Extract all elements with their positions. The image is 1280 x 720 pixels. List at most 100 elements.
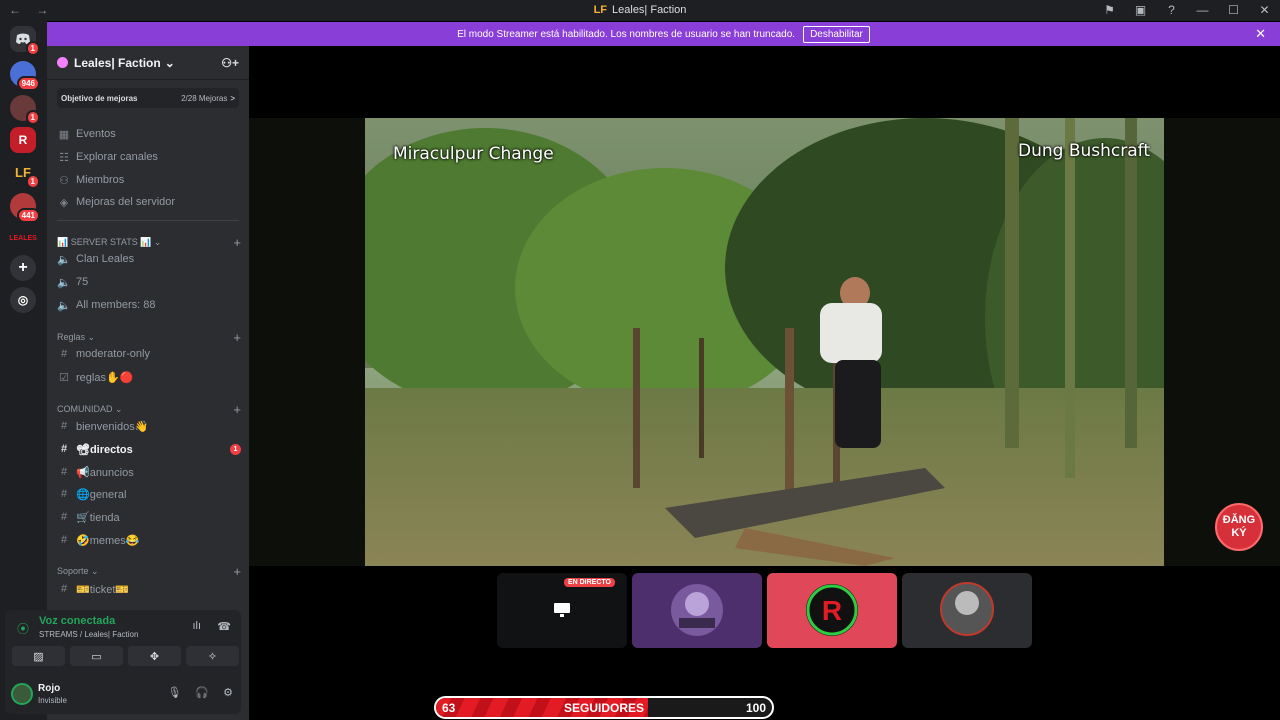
channel-label: bienvenidos👋 xyxy=(76,420,149,433)
chevron-right-icon: > xyxy=(230,93,235,103)
boost-goal-label: Objetivo de mejoras xyxy=(61,93,138,103)
channel-general[interactable]: # 🌐general xyxy=(57,484,241,504)
menu-label: Mejoras del servidor xyxy=(76,196,176,208)
activities-button[interactable]: ✥ xyxy=(128,646,181,666)
screen-icon[interactable]: ▣ xyxy=(1125,0,1156,21)
monitor-icon xyxy=(554,603,570,617)
server-icon-leales-text[interactable]: LEALES xyxy=(9,225,37,251)
maximize-button[interactable]: ☐ xyxy=(1218,0,1249,21)
category-soporte[interactable]: Soporte ⌄ + xyxy=(57,564,241,579)
server-icon-4[interactable]: 441 xyxy=(10,193,40,223)
video-overlay-left: Miraculpur Change xyxy=(393,144,554,164)
user-avatar-icon xyxy=(940,582,994,636)
channel-label: All members: 88 xyxy=(76,299,156,311)
boost-goal[interactable]: Objetivo de mejoras 2/28 Mejoras > xyxy=(57,88,239,108)
settings-gear-icon[interactable]: ⚙ xyxy=(223,686,233,699)
minimize-button[interactable]: — xyxy=(1187,0,1218,21)
menu-label: Eventos xyxy=(76,128,116,140)
channel-label: 🌐general xyxy=(76,488,127,501)
disable-streamer-button[interactable]: Deshabilitar xyxy=(803,25,870,43)
category-reglas[interactable]: Reglas ⌄ + xyxy=(57,330,241,345)
boost-icon: ◈ xyxy=(59,196,69,209)
video-frame-scene xyxy=(365,118,1164,566)
channel-label: 🎫ticket🎫 xyxy=(76,583,130,596)
voice-channel[interactable]: STREAMS / Leales| Faction xyxy=(39,630,138,639)
voice-connection-panel: ⦿ Voz conectada STREAMS / Leales| Factio… xyxy=(5,610,241,674)
channel-memes[interactable]: # 🤣memes😂 xyxy=(57,530,241,550)
channel-label: 🛒tienda xyxy=(76,511,120,524)
server-icon-2[interactable]: 1 xyxy=(10,95,40,125)
noise-suppression-icon[interactable]: ılı xyxy=(192,620,201,632)
close-window-button[interactable]: ✕ xyxy=(1249,0,1280,21)
add-channel-icon[interactable]: + xyxy=(233,235,241,250)
server-icon-r[interactable]: R xyxy=(10,127,36,153)
menu-members[interactable]: ⚇ Miembros xyxy=(57,170,241,190)
discord-home-icon[interactable]: 1 xyxy=(10,26,40,56)
live-badge: EN DIRECTO xyxy=(563,578,615,587)
server-badge: 1 xyxy=(25,174,40,189)
channel-ticket[interactable]: # 🎫ticket🎫 xyxy=(57,579,241,599)
camera-off-button[interactable]: ▨ xyxy=(12,646,65,666)
channel-label: 📢anuncios xyxy=(76,466,134,479)
home-badge: 1 xyxy=(25,41,40,56)
banner-text: El modo Streamer está habilitado. Los no… xyxy=(457,28,796,40)
channel-reglas[interactable]: ☑ reglas✋🔴 xyxy=(57,367,241,387)
channel-label: 📽directos xyxy=(76,443,133,456)
screen-share-button[interactable]: ▭ xyxy=(70,646,123,666)
microphone-icon[interactable]: 🎙 xyxy=(167,686,181,699)
category-label: COMUNIDAD ⌄ xyxy=(57,404,123,414)
divider xyxy=(57,220,239,221)
server-icon-1[interactable]: 946 xyxy=(10,61,40,91)
username[interactable]: Rojo xyxy=(38,683,60,694)
server-leales-label: LEALES xyxy=(9,234,37,242)
menu-browse-channels[interactable]: ☷ Explorar canales xyxy=(57,147,241,167)
add-server-icon[interactable]: + xyxy=(10,255,36,281)
server-badge: 1 xyxy=(25,110,40,125)
speaker-icon: 🔈 xyxy=(57,276,71,289)
category-label: 📊 SERVER STATS 📊 ⌄ xyxy=(57,237,162,247)
add-channel-icon[interactable]: + xyxy=(233,402,241,417)
category-server-stats[interactable]: 📊 SERVER STATS 📊 ⌄ + xyxy=(57,235,241,250)
stream-video[interactable]: Miraculpur Change Dung Bushcraft xyxy=(365,118,1164,566)
soundboard-button[interactable]: ✧ xyxy=(186,646,239,666)
add-channel-icon[interactable]: + xyxy=(233,564,241,579)
disconnect-icon[interactable]: ☎ xyxy=(217,620,231,633)
channel-bienvenidos[interactable]: # bienvenidos👋 xyxy=(57,416,241,436)
inbox-icon[interactable]: ⚑ xyxy=(1094,0,1125,21)
hashtag-icon: # xyxy=(60,511,68,523)
browse-icon: ☷ xyxy=(59,151,69,164)
voice-status[interactable]: Voz conectada xyxy=(39,615,115,627)
channel-anuncios[interactable]: # 📢anuncios xyxy=(57,462,241,482)
svg-text:R: R xyxy=(822,595,842,626)
invite-icon[interactable]: ⚇+ xyxy=(221,56,239,70)
signal-icon[interactable]: ⦿ xyxy=(17,620,29,637)
followers-label: SEGUIDORES xyxy=(563,701,644,715)
explore-servers-icon[interactable]: ◎ xyxy=(10,287,36,313)
channel-clan-leales[interactable]: 🔈 Clan Leales xyxy=(57,249,241,269)
stream-tile-user-4[interactable] xyxy=(902,573,1032,648)
help-icon[interactable]: ? xyxy=(1156,0,1187,21)
stream-tile-screen[interactable]: EN DIRECTO xyxy=(497,573,627,648)
avatar[interactable] xyxy=(11,683,33,705)
menu-server-boosts[interactable]: ◈ Mejoras del servidor xyxy=(57,192,241,212)
close-banner-icon[interactable]: ✕ xyxy=(1255,26,1266,42)
stream-tile-user-2[interactable] xyxy=(632,573,762,648)
server-name: Leales| Faction xyxy=(74,55,161,70)
server-icon-leales[interactable]: LF 1 xyxy=(10,159,40,189)
hashtag-icon: # xyxy=(60,583,68,595)
channel-label: 🤣memes😂 xyxy=(76,534,140,547)
channel-directos[interactable]: # 📽directos 1 xyxy=(57,439,241,459)
channel-label: 75 xyxy=(76,276,89,288)
menu-events[interactable]: ▦ Eventos xyxy=(57,124,241,144)
server-header[interactable]: Leales| Faction ⌄ ⚇+ xyxy=(47,46,249,80)
unread-badge: 1 xyxy=(230,443,241,455)
channel-stat-count[interactable]: 🔈 75 xyxy=(57,272,241,292)
channel-moderator-only[interactable]: # moderator-only xyxy=(57,344,241,364)
server-r-label: R xyxy=(18,133,28,147)
channel-tienda[interactable]: # 🛒tienda xyxy=(57,507,241,527)
category-comunidad[interactable]: COMUNIDAD ⌄ + xyxy=(57,402,241,417)
stream-tile-user-3[interactable]: R xyxy=(767,573,897,648)
channel-all-members[interactable]: 🔈 All members: 88 xyxy=(57,295,241,315)
headphones-icon[interactable]: 🎧 xyxy=(195,686,209,699)
add-channel-icon[interactable]: + xyxy=(233,330,241,345)
